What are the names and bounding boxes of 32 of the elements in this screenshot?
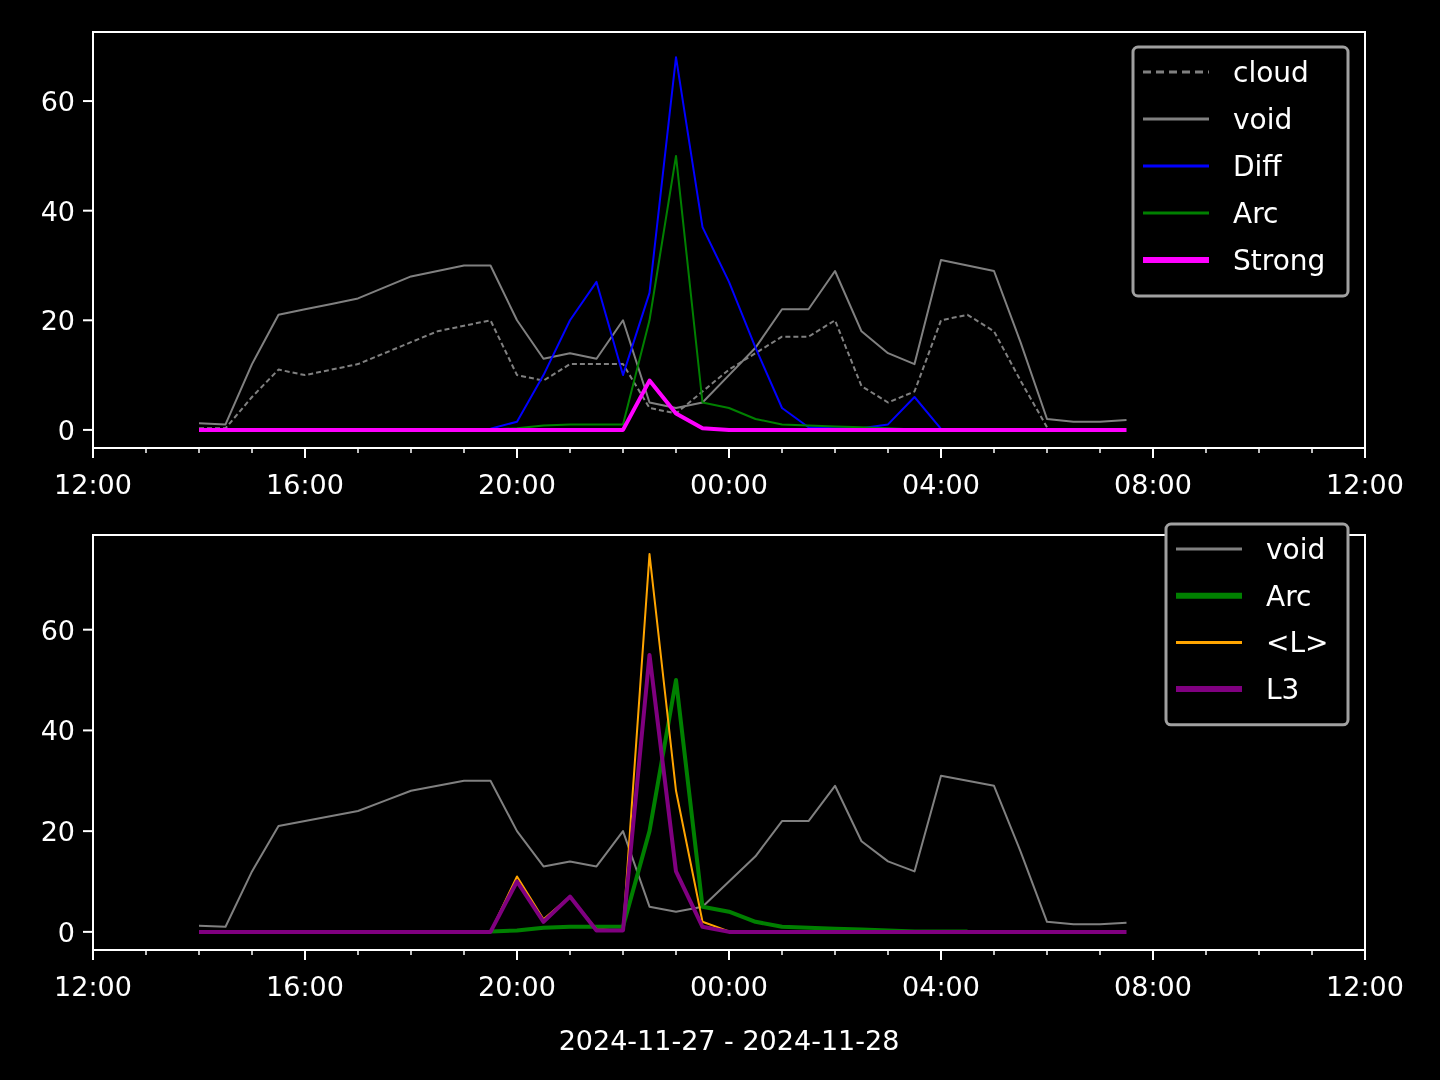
axis-tick-label: 16:00 xyxy=(266,971,344,1002)
axis-tick-label: 0 xyxy=(57,414,75,446)
legend-label: Arc xyxy=(1266,579,1312,613)
legend-label: Diff xyxy=(1233,150,1282,183)
legend-label: Arc xyxy=(1233,197,1279,230)
axis-tick-label: 00:00 xyxy=(690,469,768,500)
axis-tick-label: 08:00 xyxy=(1114,469,1192,500)
axis-tick-label: 16:00 xyxy=(266,469,344,500)
legend-label: cloud xyxy=(1233,56,1309,89)
axis-tick-label: 40 xyxy=(40,195,75,227)
axis-tick-label: 20 xyxy=(40,816,75,848)
axis-tick-label: 60 xyxy=(40,614,75,646)
legend-label: void xyxy=(1233,103,1293,136)
axis-tick-label: 20:00 xyxy=(478,971,556,1002)
legend-label: <L> xyxy=(1266,626,1329,660)
axis-tick-label: 12:00 xyxy=(1326,971,1404,1002)
axis-tick-label: 40 xyxy=(40,715,75,747)
axis-tick-label: 20:00 xyxy=(478,469,556,500)
legend-label: Strong xyxy=(1233,244,1326,277)
axis-tick-label: 00:00 xyxy=(690,971,768,1002)
axis-tick-label: 20 xyxy=(40,305,75,337)
axis-tick-label: 0 xyxy=(57,916,75,948)
axis-tick-label: 08:00 xyxy=(1114,971,1192,1002)
legend-label: void xyxy=(1266,533,1326,566)
axis-tick-label: 04:00 xyxy=(902,469,980,500)
axis-label: 2024-11-27 - 2024-11-28 xyxy=(558,1025,900,1056)
axis-tick-label: 12:00 xyxy=(54,469,132,500)
axis-tick-label: 12:00 xyxy=(54,971,132,1002)
axis-tick-label: 12:00 xyxy=(1326,469,1404,500)
legend-label: L3 xyxy=(1266,673,1300,707)
axis-tick-label: 60 xyxy=(40,86,75,118)
axis-tick-label: 04:00 xyxy=(902,971,980,1002)
